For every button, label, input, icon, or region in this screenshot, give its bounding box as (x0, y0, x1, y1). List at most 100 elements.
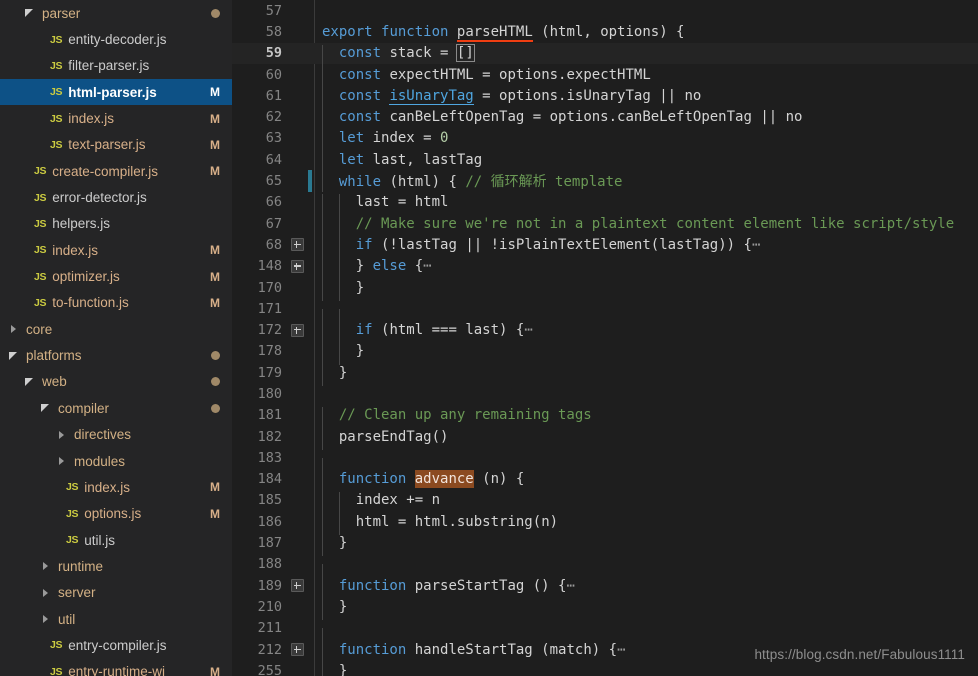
code-line[interactable]: 64 let last, lastTag (232, 149, 978, 174)
code-line[interactable]: 187 } (232, 532, 978, 557)
fold-expand-icon[interactable] (286, 643, 308, 657)
code-line[interactable]: 184 function advance (n) { (232, 469, 978, 493)
fold-expand-icon[interactable] (286, 259, 308, 273)
code-text[interactable]: const isUnaryTag = options.isUnaryTag ||… (312, 87, 978, 110)
code-line[interactable]: 180 (232, 383, 978, 404)
tree-row-filter-parser-js[interactable]: JS filter-parser.js (0, 53, 232, 79)
tree-row-entry-compiler-js[interactable]: JS entry-compiler.js (0, 632, 232, 658)
code-text[interactable]: const canBeLeftOpenTag = options.canBeLe… (312, 109, 978, 131)
chevron-right-icon[interactable] (8, 323, 20, 335)
code-line[interactable]: 61 const isUnaryTag = options.isUnaryTag… (232, 85, 978, 110)
fold-expand-icon[interactable] (286, 238, 308, 252)
fold-plus-box[interactable] (290, 643, 304, 657)
code-text[interactable]: if (!lastTag || !isPlainTextElement(last… (312, 236, 978, 259)
chevron-down-icon[interactable] (24, 376, 36, 388)
chevron-down-icon[interactable] (24, 7, 36, 19)
chevron-down-icon[interactable] (8, 350, 20, 362)
file-explorer-sidebar[interactable]: parser JS entity-decoder.js JS filter-parser… (0, 0, 232, 676)
code-line[interactable]: 67 // Make sure we're not in a plaintext… (232, 213, 978, 237)
tree-row-helpers-js[interactable]: JS helpers.js (0, 211, 232, 237)
fold-plus-box[interactable] (290, 259, 304, 273)
code-text[interactable]: html = html.substring(n) (312, 513, 978, 536)
code-line[interactable]: 59 const stack = [] (232, 42, 978, 67)
code-line[interactable]: 62 const canBeLeftOpenTag = options.canB… (232, 106, 978, 131)
code-line[interactable]: 65 while (html) { // 循环解析 template (232, 170, 978, 193)
code-text[interactable]: let last, lastTag (312, 151, 978, 174)
code-text[interactable]: if (html === last) {⋯ (312, 322, 978, 344)
code-text[interactable]: // Make sure we're not in a plaintext co… (312, 215, 978, 237)
code-text[interactable]: parseEndTag() (312, 428, 978, 450)
code-line[interactable]: 210 } (232, 596, 978, 621)
code-text[interactable]: const expectHTML = options.expectHTML (312, 66, 978, 88)
code-line[interactable]: 172 if (html === last) {⋯ (232, 319, 978, 344)
code-text[interactable]: index += n (312, 492, 978, 514)
tree-row-index-js[interactable]: JS index.js M (0, 237, 232, 263)
code-line[interactable]: 189 function parseStartTag () {⋯ (232, 575, 978, 599)
tree-row-runtime[interactable]: runtime (0, 553, 232, 579)
code-line[interactable]: 66 last = html (232, 192, 978, 216)
tree-row-server[interactable]: server (0, 580, 232, 606)
code-line[interactable]: 170 } (232, 277, 978, 301)
code-text[interactable]: last = html (312, 194, 978, 216)
tree-row-parser[interactable]: parser (0, 0, 232, 26)
code-text[interactable]: } (312, 343, 978, 365)
chevron-right-icon[interactable] (40, 587, 52, 599)
code-lines-container[interactable]: 57 58 export function parseHTML (html, opt… (232, 0, 978, 676)
tree-row-optimizer-js[interactable]: JS optimizer.js M (0, 263, 232, 289)
fold-plus-box[interactable] (290, 579, 304, 593)
code-text[interactable]: } (312, 364, 978, 386)
chevron-right-icon[interactable] (40, 613, 52, 625)
tree-row-entity-decoder-js[interactable]: JS entity-decoder.js (0, 26, 232, 52)
code-line[interactable]: 57 (232, 0, 978, 21)
code-line[interactable]: 58 export function parseHTML (html, optio… (232, 21, 978, 42)
tree-row-index-js[interactable]: JS index.js M (0, 474, 232, 500)
tree-row-util[interactable]: util (0, 606, 232, 632)
code-line[interactable]: 60 const expectHTML = options.expectHTML (232, 64, 978, 88)
code-line[interactable]: 185 index += n (232, 490, 978, 514)
fold-plus-box[interactable] (290, 238, 304, 252)
code-text[interactable]: } (312, 662, 978, 676)
tree-row-html-parser-js[interactable]: JS html-parser.js M (0, 79, 232, 106)
tree-row-text-parser-js[interactable]: JS text-parser.js M (0, 132, 232, 158)
code-line[interactable]: 181 // Clean up any remaining tags (232, 405, 978, 429)
tree-row-modules[interactable]: modules (0, 448, 232, 474)
code-line[interactable]: 188 (232, 554, 978, 586)
code-text[interactable]: } (312, 598, 978, 621)
code-text[interactable]: } else {⋯ (312, 258, 978, 280)
tree-row-compiler[interactable]: compiler (0, 395, 232, 421)
code-line[interactable]: 255 } (232, 660, 978, 676)
code-line[interactable]: 211 (232, 618, 978, 650)
code-text[interactable]: } (312, 535, 978, 557)
code-text[interactable]: const stack = [] (312, 44, 978, 67)
code-line[interactable]: 179 } (232, 362, 978, 386)
tree-row-index-js[interactable]: JS index.js M (0, 105, 232, 131)
tree-row-core[interactable]: core (0, 316, 232, 342)
code-line[interactable]: 148 } else {⋯ (232, 256, 978, 280)
chevron-right-icon[interactable] (56, 429, 68, 441)
code-line[interactable]: 178 } (232, 341, 978, 365)
code-line[interactable]: 186 html = html.substring(n) (232, 511, 978, 536)
tree-row-directives[interactable]: directives (0, 422, 232, 448)
code-line[interactable]: 63 let index = 0 (232, 128, 978, 152)
chevron-right-icon[interactable] (40, 560, 52, 572)
fold-expand-icon[interactable] (286, 323, 308, 337)
code-line[interactable]: 182 parseEndTag() (232, 426, 978, 450)
code-text[interactable]: function parseStartTag () {⋯ (312, 577, 978, 599)
chevron-right-icon[interactable] (56, 455, 68, 467)
code-line[interactable]: 183 (232, 447, 978, 480)
tree-row-util-js[interactable]: JS util.js (0, 527, 232, 553)
tree-row-create-compiler-js[interactable]: JS create-compiler.js M (0, 158, 232, 184)
code-text[interactable]: // Clean up any remaining tags (312, 407, 978, 429)
code-text[interactable]: export function parseHTML (html, options… (312, 23, 978, 42)
tree-row-platforms[interactable]: platforms (0, 342, 232, 368)
code-text[interactable]: let index = 0 (312, 130, 978, 152)
fold-expand-icon[interactable] (286, 579, 308, 593)
code-line[interactable]: 171 (232, 298, 978, 331)
code-editor[interactable]: 57 58 export function parseHTML (html, opt… (232, 0, 978, 676)
tree-row-entry-runtime-wi[interactable]: JS entry-runtime-wi M (0, 659, 232, 676)
code-text[interactable]: while (html) { // 循环解析 template (312, 171, 978, 193)
tree-row-options-js[interactable]: JS options.js M (0, 501, 232, 527)
tree-row-error-detector-js[interactable]: JS error-detector.js (0, 184, 232, 210)
tree-row-to-function-js[interactable]: JS to-function.js M (0, 290, 232, 316)
code-text[interactable]: function advance (n) { (312, 470, 978, 493)
